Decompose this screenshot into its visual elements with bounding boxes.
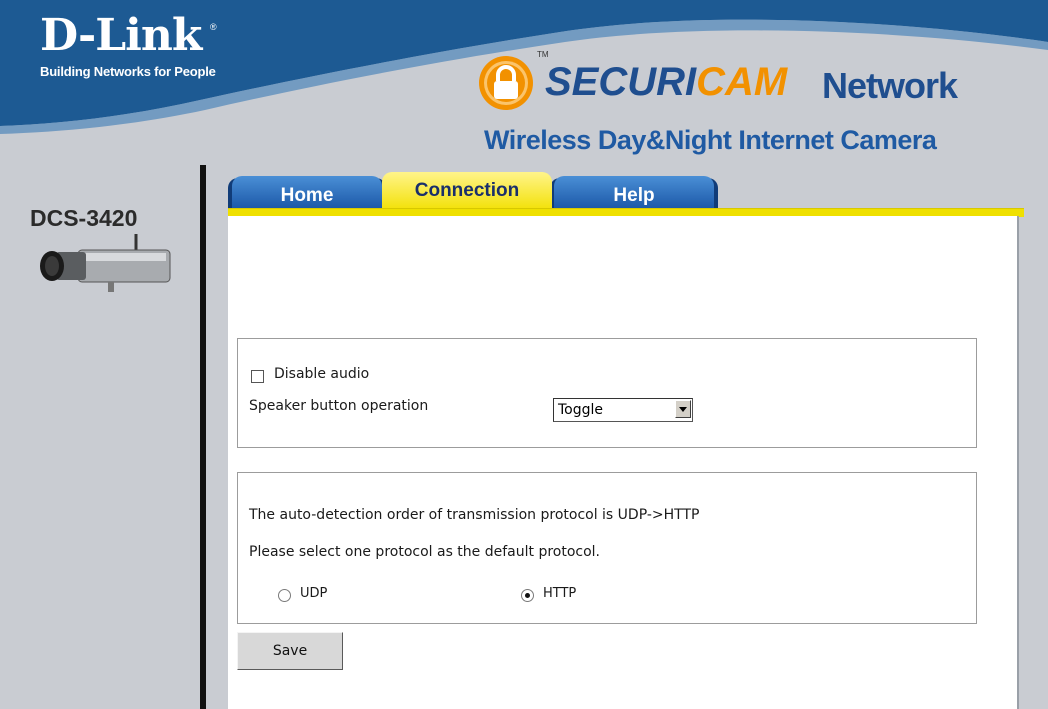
disable-audio-checkbox[interactable] bbox=[251, 370, 264, 383]
page-header: D-Link ® Building Networks for People TM… bbox=[0, 0, 1048, 165]
speaker-select-value: Toggle bbox=[558, 402, 604, 418]
tab-help[interactable]: Help bbox=[554, 176, 714, 210]
dlink-logo: D-Link bbox=[40, 10, 202, 61]
logo-tagline: Building Networks for People bbox=[40, 64, 216, 79]
model-panel: DCS-3420 bbox=[0, 165, 198, 305]
speaker-operation-select[interactable]: Toggle bbox=[553, 398, 693, 422]
http-radio[interactable] bbox=[521, 589, 534, 602]
http-label: HTTP bbox=[543, 586, 577, 601]
udp-label: UDP bbox=[300, 586, 328, 601]
model-name: DCS-3420 bbox=[30, 205, 138, 231]
disable-audio-label: Disable audio bbox=[274, 366, 370, 382]
camera-icon bbox=[40, 234, 171, 292]
vertical-divider bbox=[200, 165, 206, 709]
chevron-down-icon[interactable] bbox=[675, 400, 691, 418]
registered-mark: ® bbox=[210, 22, 217, 32]
audio-settings-box: Disable audio Speaker button operation T… bbox=[237, 338, 977, 448]
brand-accent: CAM bbox=[696, 60, 788, 104]
padlock-seal-icon bbox=[479, 56, 533, 110]
save-button[interactable]: Save bbox=[237, 632, 343, 670]
udp-radio[interactable] bbox=[278, 589, 291, 602]
protocol-info: The auto-detection order of transmission… bbox=[249, 507, 700, 523]
protocol-prompt: Please select one protocol as the defaul… bbox=[249, 544, 601, 560]
brand-suffix: Network bbox=[822, 65, 958, 106]
trademark-mark: TM bbox=[537, 50, 549, 59]
tab-connection[interactable]: Connection bbox=[382, 172, 552, 212]
brand-prefix: SECURI bbox=[545, 60, 697, 104]
protocol-settings-box: The auto-detection order of transmission… bbox=[237, 472, 977, 624]
speaker-label: Speaker button operation bbox=[249, 398, 429, 414]
main-content: Disable audio Speaker button operation T… bbox=[228, 216, 1019, 709]
product-subtitle: Wireless Day&Night Internet Camera bbox=[484, 125, 937, 155]
tab-home[interactable]: Home bbox=[232, 176, 382, 210]
product-brand: SECURICAM bbox=[545, 62, 787, 102]
